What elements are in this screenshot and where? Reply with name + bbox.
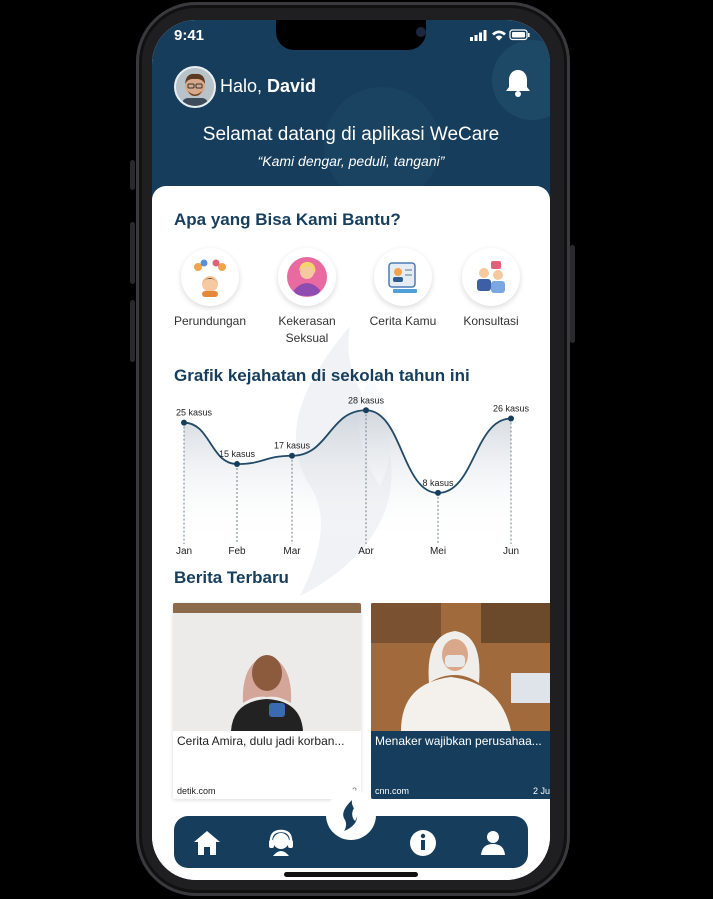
- user-name: David: [267, 76, 317, 96]
- news-section-title: Berita Terbaru: [174, 568, 289, 587]
- front-camera: [416, 27, 426, 37]
- greeting: Halo, David: [220, 76, 316, 97]
- chart-x-label: Jun: [503, 546, 519, 554]
- profile-icon[interactable]: [478, 828, 508, 858]
- chart-value-label: 8 kasus: [422, 478, 454, 488]
- app-screen: 9:41 Halo, David Selamat datang di aplik…: [152, 20, 550, 880]
- consultation-icon: [477, 261, 505, 293]
- group-icon: [194, 259, 226, 297]
- service-label: Cerita Kamu: [369, 314, 437, 328]
- chart-point: [508, 415, 514, 422]
- chart-x-label: Mei: [430, 546, 446, 554]
- service-konsultasi[interactable]: Konsultasi: [446, 248, 536, 330]
- volume-up-button: [130, 222, 135, 284]
- avatar[interactable]: [174, 66, 216, 108]
- chart-x-labels: Jan Feb Mar Apr Mei Jun: [176, 546, 519, 554]
- volume-down-button: [130, 300, 135, 362]
- notch: [276, 20, 426, 50]
- chart-point: [289, 452, 295, 459]
- chart-x-label: Apr: [358, 546, 374, 554]
- wecare-logo-icon: [343, 800, 358, 831]
- chart-point: [234, 461, 240, 467]
- welcome-text: Selamat datang di aplikasi WeCare: [202, 124, 500, 145]
- chart-point: [363, 407, 369, 414]
- chart-x-label: Feb: [228, 546, 246, 554]
- service-cerita-kamu[interactable]: Cerita Kamu: [358, 248, 448, 330]
- chart-section-title: Grafik kejahatan di sekolah tahun ini: [174, 366, 470, 385]
- news-image: [173, 603, 361, 731]
- crime-chart: 25 kasus 15 kasus 17 kasus 28 kasus 8 kasus 2…: [176, 395, 530, 554]
- notification-bell-icon[interactable]: [502, 66, 534, 100]
- info-icon[interactable]: [408, 828, 438, 858]
- chart-value-label: 28 kasus: [348, 395, 385, 405]
- chart-x-label: Jan: [176, 546, 192, 554]
- news-date: 2 Jun: [532, 786, 550, 796]
- mute-switch: [130, 160, 135, 190]
- tagline: “Kami dengar, peduli, tangani”: [257, 153, 445, 169]
- chart-x-label: Mar: [283, 546, 301, 554]
- chart-point: [181, 419, 187, 426]
- service-label: Perundungan: [173, 314, 247, 328]
- chart-value-label: 17 kasus: [274, 441, 311, 451]
- news-headline: Menaker wajibkan perusahaa...: [375, 734, 542, 748]
- service-label: Konsultasi: [463, 314, 519, 328]
- news-card[interactable]: Menaker wajibkan perusahaa... cnn.com 2 …: [371, 603, 550, 799]
- service-perundungan[interactable]: Perundungan: [165, 248, 255, 330]
- news-headline: Cerita Amira, dulu jadi korban...: [177, 734, 345, 748]
- status-time: 9:41: [174, 27, 205, 44]
- chart-value-label: 25 kasus: [176, 408, 213, 418]
- service-kekerasan-seksual[interactable]: Kekerasan Seksual: [262, 248, 352, 347]
- service-label: Kekerasan Seksual: [278, 314, 336, 345]
- person-icon: [287, 257, 327, 297]
- signal-icon: [470, 37, 473, 41]
- service-icon-circle: [462, 248, 520, 306]
- power-button: [570, 245, 575, 343]
- wifi-icon: [492, 30, 506, 36]
- id-card-icon: [388, 262, 417, 293]
- news-image: [371, 603, 550, 731]
- news-source: detik.com: [177, 786, 216, 796]
- home-indicator: [284, 872, 418, 877]
- service-icon-circle: [278, 248, 336, 306]
- chart-value-label: 26 kasus: [493, 404, 530, 414]
- chart-point: [435, 489, 441, 496]
- service-icon-circle: [181, 248, 239, 306]
- headset-icon[interactable]: [266, 828, 296, 858]
- news-card[interactable]: Cerita Amira, dulu jadi korban... detik.…: [173, 603, 361, 799]
- center-logo-button[interactable]: [326, 790, 376, 840]
- status-icons: [470, 29, 530, 41]
- chart-value-label: 15 kasus: [219, 449, 256, 459]
- greeting-prefix: Halo,: [220, 76, 268, 96]
- help-section-title: Apa yang Bisa Kami Bantu?: [174, 210, 401, 229]
- service-icon-circle: [374, 248, 432, 306]
- home-icon[interactable]: [192, 828, 222, 858]
- news-source: cnn.com: [375, 786, 410, 796]
